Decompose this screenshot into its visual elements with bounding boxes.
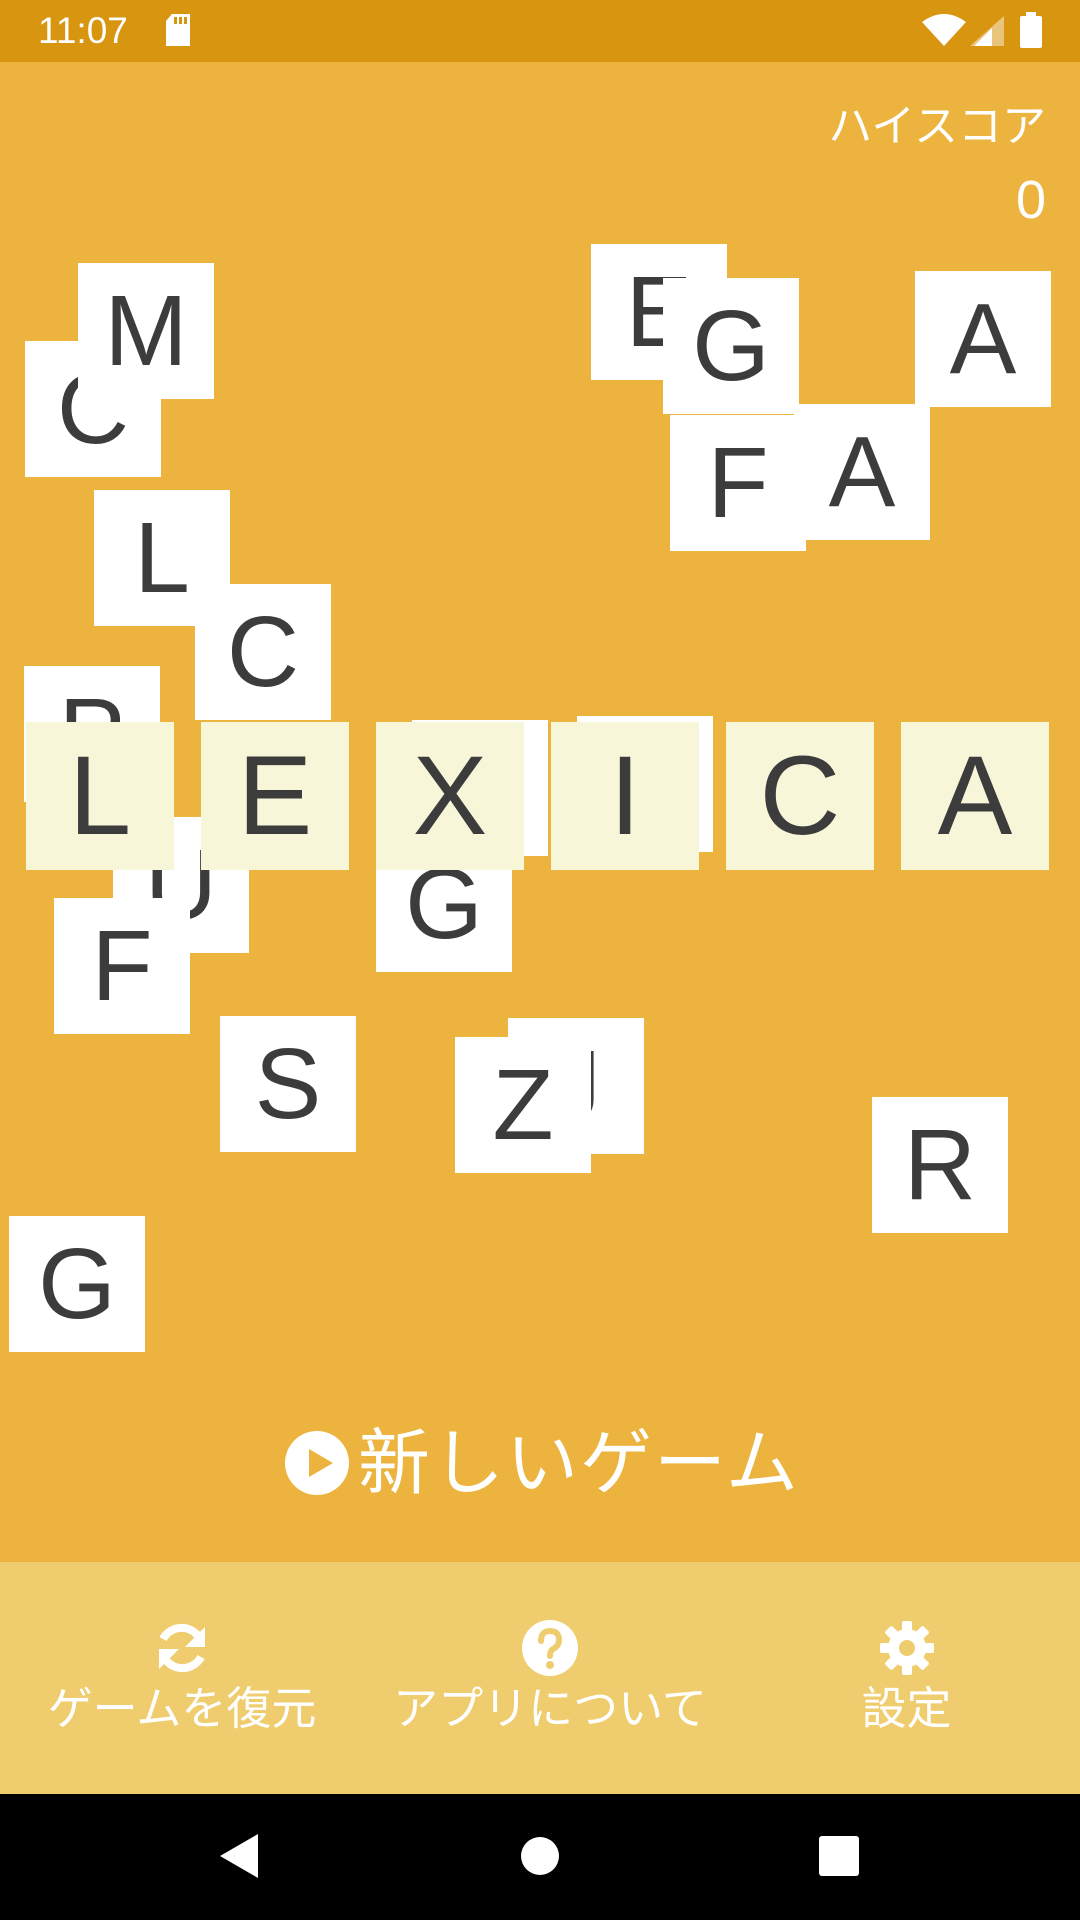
letter-tile: C [195, 584, 331, 720]
question-circle-icon [522, 1620, 578, 1676]
settings-label: 設定 [861, 1682, 952, 1735]
letter-tile: F [670, 415, 806, 551]
title-letter-tile: I [551, 722, 699, 870]
letter-tile: R [872, 1097, 1008, 1233]
letter-tile: G [9, 1216, 145, 1352]
signal-icon [970, 16, 1004, 46]
title-letter-tile: E [201, 722, 349, 870]
back-icon[interactable] [216, 1832, 260, 1880]
about-app-button[interactable]: アプリについて [380, 1562, 720, 1794]
recents-icon[interactable] [818, 1834, 860, 1878]
bottom-action-bar: ゲームを復元 アプリについて 設定 [0, 1562, 1080, 1794]
navigation-bar [0, 1794, 1080, 1920]
sd-card-icon [166, 14, 190, 46]
status-bar: 11:07 [0, 0, 1080, 62]
letter-tile: S [220, 1016, 356, 1152]
refresh-icon [159, 1623, 205, 1673]
restore-game-label: ゲームを復元 [47, 1682, 317, 1735]
home-icon[interactable] [520, 1832, 560, 1880]
letter-tile: M [78, 263, 214, 399]
about-app-label: アプリについて [393, 1682, 707, 1735]
gear-icon [879, 1621, 934, 1675]
status-time: 11:07 [38, 10, 128, 51]
letter-tile: A [915, 271, 1051, 407]
title-letter-tile: A [901, 722, 1049, 870]
letter-tile: A [794, 404, 930, 540]
title-letter-tile: X [376, 722, 524, 870]
wifi-icon [922, 14, 966, 46]
restore-game-button[interactable]: ゲームを復元 [32, 1562, 332, 1794]
title-letter-tile: C [726, 722, 874, 870]
high-score-value: 0 [1015, 170, 1046, 230]
letter-tile: F [54, 898, 190, 1034]
high-score-label: ハイスコア [828, 101, 1046, 152]
new-game-button[interactable]: 新しいゲーム [284, 1418, 800, 1508]
new-game-label: 新しいゲーム [358, 1421, 800, 1505]
letter-tile: Z [455, 1037, 591, 1173]
settings-button[interactable]: 設定 [800, 1562, 1013, 1794]
play-circle-icon [285, 1431, 349, 1495]
title-letter-tile: L [26, 722, 174, 870]
letter-tile: G [663, 278, 799, 414]
battery-icon [1020, 12, 1042, 48]
